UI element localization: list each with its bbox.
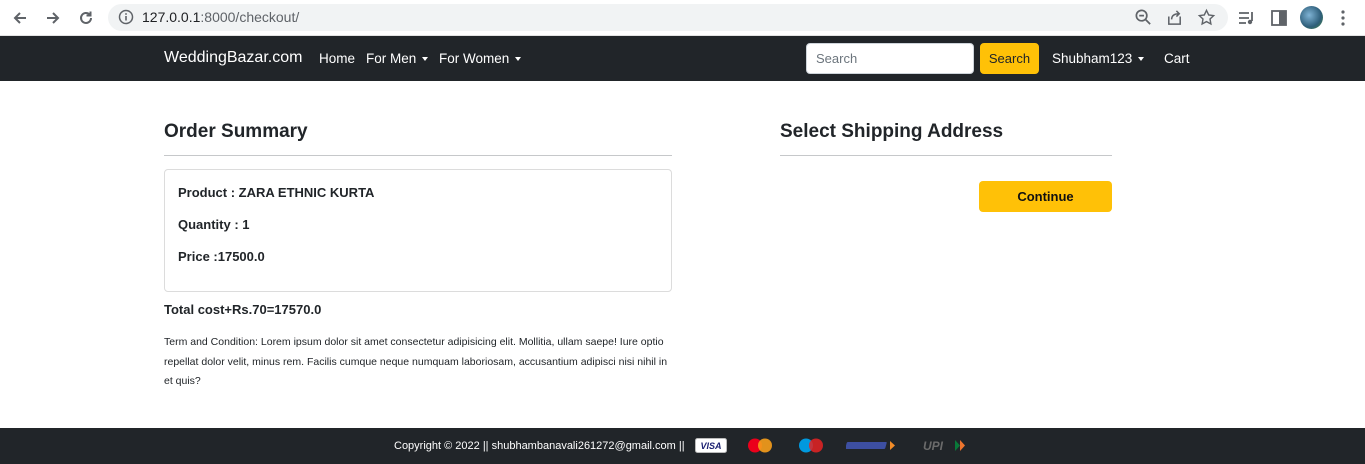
- browser-toolbar: 127.0.0.1:8000/checkout/: [0, 0, 1365, 36]
- url-text: 127.0.0.1:8000/checkout/: [142, 9, 299, 25]
- reading-list-icon[interactable]: [1237, 8, 1257, 28]
- user-name: Shubham123: [1052, 51, 1133, 66]
- brand-link[interactable]: WeddingBazar.com: [164, 49, 302, 67]
- forward-icon[interactable]: [41, 6, 65, 30]
- url-path: :8000/checkout/: [200, 9, 300, 25]
- total-cost: Total cost+Rs.70=17570.0: [164, 302, 322, 317]
- search-input[interactable]: [806, 43, 974, 74]
- nav-for-women-label: For Women: [439, 51, 510, 66]
- product-name: Product : ZARA ETHNIC KURTA: [178, 185, 375, 200]
- rupay-icon: [846, 441, 895, 450]
- caret-down-icon: [515, 57, 522, 61]
- info-icon[interactable]: [118, 9, 134, 25]
- divider: [164, 155, 672, 156]
- nav-home[interactable]: Home: [319, 51, 355, 66]
- address-bar[interactable]: 127.0.0.1:8000/checkout/: [108, 4, 1228, 31]
- order-card: Product : ZARA ETHNIC KURTA Quantity : 1…: [164, 169, 672, 292]
- zoom-icon[interactable]: [1134, 8, 1153, 27]
- menu-kebab-icon[interactable]: [1333, 8, 1353, 28]
- copyright-text: Copyright © 2022 || shubhambanavali26127…: [394, 440, 685, 452]
- url-host: 127.0.0.1: [142, 9, 201, 25]
- order-summary-title: Order Summary: [164, 121, 308, 142]
- profile-avatar[interactable]: [1300, 6, 1323, 29]
- site-navbar: WeddingBazar.com Home For Men For Women …: [0, 36, 1365, 81]
- divider: [780, 155, 1112, 156]
- side-panel-icon[interactable]: [1269, 8, 1289, 28]
- caret-down-icon: [1138, 57, 1145, 61]
- nav-for-men[interactable]: For Men: [366, 51, 429, 66]
- reload-icon[interactable]: [74, 6, 98, 30]
- svg-text:UPI: UPI: [923, 439, 944, 453]
- mastercard-icon: [748, 438, 772, 453]
- visa-icon: VISA: [695, 438, 727, 453]
- terms-and-conditions: Term and Condition: Lorem ipsum dolor si…: [164, 336, 668, 387]
- svg-text:VISA: VISA: [700, 441, 721, 451]
- maestro-icon: [799, 438, 823, 453]
- nav-for-men-label: For Men: [366, 51, 417, 66]
- nav-cart[interactable]: Cart: [1164, 51, 1190, 66]
- back-icon[interactable]: [8, 6, 32, 30]
- nav-for-women[interactable]: For Women: [439, 51, 522, 66]
- bookmark-star-icon[interactable]: [1197, 8, 1216, 27]
- product-quantity: Quantity : 1: [178, 217, 250, 232]
- share-icon[interactable]: [1165, 8, 1184, 27]
- site-footer: Copyright © 2022 || shubhambanavali26127…: [0, 428, 1365, 464]
- continue-button[interactable]: Continue: [979, 181, 1112, 212]
- search-button[interactable]: Search: [980, 43, 1039, 74]
- product-price: Price :17500.0: [178, 249, 265, 264]
- user-dropdown[interactable]: Shubham123: [1052, 51, 1145, 66]
- shipping-address-title: Select Shipping Address: [780, 121, 1004, 142]
- upi-icon: UPI: [923, 439, 965, 453]
- caret-down-icon: [422, 57, 429, 61]
